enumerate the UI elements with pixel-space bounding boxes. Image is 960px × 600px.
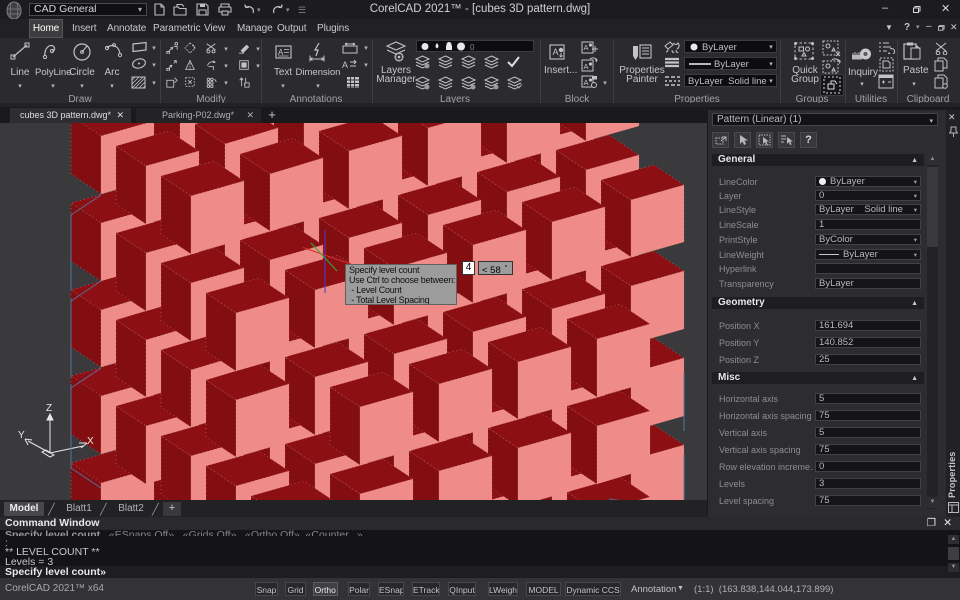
svg-text:0: 0 xyxy=(470,43,475,51)
svg-text:A: A xyxy=(584,62,589,71)
svg-text:A: A xyxy=(584,43,589,52)
svg-text:X: X xyxy=(87,436,94,447)
svg-text:A: A xyxy=(584,78,589,87)
svg-text:Y: Y xyxy=(18,430,25,441)
svg-text:A: A xyxy=(342,60,348,70)
svg-text:A: A xyxy=(553,47,559,57)
svg-text:Z: Z xyxy=(46,403,52,414)
